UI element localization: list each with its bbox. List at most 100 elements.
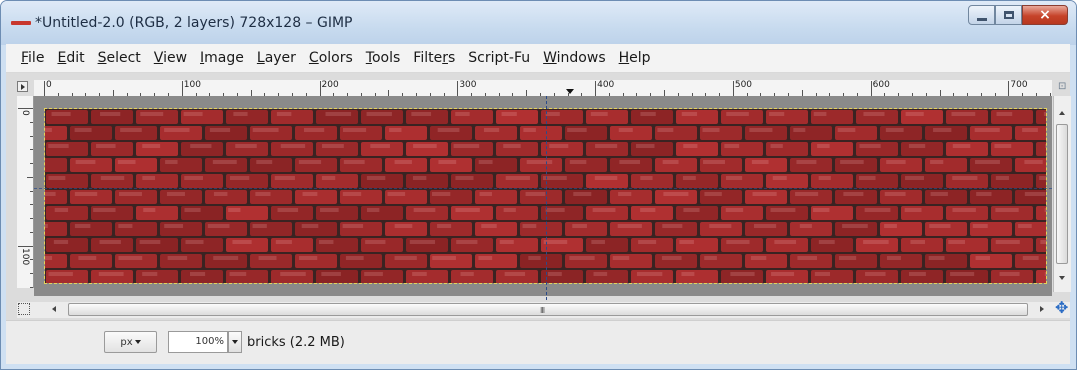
navigate-icon[interactable]: ✥ — [1055, 300, 1068, 316]
brick-highlight — [885, 128, 904, 132]
status-bar — [6, 320, 1070, 364]
ruler-pointer-icon — [566, 89, 574, 94]
brick-highlight — [212, 160, 237, 164]
brick-highlight — [523, 128, 536, 132]
brick-highlight — [683, 208, 700, 212]
menu-item-4[interactable]: Image — [199, 50, 245, 66]
menu-item-2[interactable]: Select — [97, 50, 142, 66]
brick-highlight — [843, 192, 864, 196]
brick-highlight — [320, 208, 339, 212]
brick-highlight — [120, 128, 142, 132]
close-button[interactable]: × — [1022, 5, 1068, 25]
brick-highlight — [207, 224, 230, 228]
brick-highlight — [752, 192, 777, 196]
minimize-button[interactable] — [968, 5, 995, 25]
window-controls: × — [968, 5, 1068, 27]
brick-highlight — [796, 160, 817, 164]
brick-highlight — [412, 176, 427, 180]
brick — [541, 270, 583, 283]
horizontal-ruler[interactable]: 0 100 200 300 400 500 600 700 — [34, 80, 1052, 97]
brick-highlight — [228, 208, 241, 212]
gimp-app-icon — [11, 21, 31, 25]
horizontal-guide[interactable] — [34, 188, 1052, 189]
brick-highlight — [681, 112, 698, 116]
brick-highlight — [995, 240, 1020, 244]
brick-highlight — [411, 112, 432, 116]
menu-bar: File Edit Select View Image Layer Colors Tools F… — [6, 44, 1070, 73]
ruler-label: 0 — [20, 110, 30, 116]
brick-highlight — [343, 128, 367, 132]
menu-toggle-icon[interactable] — [17, 81, 28, 92]
menu-item-0[interactable]: File — [20, 50, 45, 66]
menu-item-11[interactable]: Help — [618, 50, 652, 66]
brick-highlight — [751, 160, 769, 164]
unit-label: px — [120, 336, 133, 348]
brick-highlight — [543, 240, 568, 244]
brick-highlight — [343, 160, 365, 164]
brick-highlight — [478, 256, 493, 260]
scroll-up-icon[interactable] — [1059, 111, 1065, 115]
vertical-scrollbar[interactable] — [1053, 96, 1071, 292]
unit-selector[interactable]: px — [104, 331, 157, 353]
brick — [811, 174, 853, 188]
menu-item-5[interactable]: Layer — [256, 50, 297, 66]
brick-highlight — [78, 256, 97, 260]
zoom-dropdown-button[interactable] — [228, 331, 242, 353]
brick-highlight — [618, 192, 632, 196]
brick-highlight — [864, 208, 891, 212]
brick — [880, 254, 922, 268]
brick-highlight — [189, 272, 206, 276]
brick-highlight — [74, 224, 91, 228]
ruler-tick — [319, 81, 321, 96]
ruler-tick — [30, 121, 33, 123]
menu-item-6[interactable]: Colors — [308, 50, 354, 66]
brick-highlight — [594, 176, 618, 180]
brick-highlight — [725, 176, 743, 180]
quick-mask-icon[interactable] — [18, 303, 30, 315]
brick-highlight — [814, 272, 831, 276]
ruler-tick — [30, 163, 33, 164]
brick-highlight — [118, 256, 143, 260]
vertical-ruler[interactable]: 0 100 — [17, 96, 34, 288]
zoom-image-icon[interactable]: ⊡ — [1058, 81, 1066, 92]
brick-highlight — [503, 144, 521, 148]
brick-highlight — [884, 192, 906, 196]
ruler-tick — [30, 149, 33, 151]
scroll-down-icon[interactable] — [1059, 276, 1065, 280]
ruler-tick — [30, 190, 33, 192]
title-bar[interactable]: *Untitled-2.0 (RGB, 2 layers) 728x128 – … — [1, 1, 1076, 45]
menu-item-8[interactable]: Filters — [412, 50, 456, 66]
vertical-guide[interactable] — [546, 96, 547, 300]
brick-highlight — [886, 256, 901, 260]
menu-item-3[interactable]: View — [153, 50, 188, 66]
scroll-right-icon[interactable] — [1040, 306, 1044, 312]
brick-highlight — [387, 192, 406, 196]
zoom-input[interactable]: 100% — [168, 331, 228, 353]
brick — [136, 174, 178, 188]
brick-highlight — [1045, 144, 1046, 148]
close-icon: × — [1039, 7, 1051, 23]
brick-highlight — [952, 176, 978, 180]
menu-item-7[interactable]: Tools — [365, 50, 402, 66]
horizontal-scroll-thumb[interactable] — [68, 303, 1028, 316]
brick-highlight — [859, 144, 881, 148]
maximize-button[interactable] — [995, 5, 1022, 25]
brick-highlight — [93, 208, 116, 212]
brick-highlight — [797, 256, 818, 260]
menu-item-9[interactable]: Script-Fu — [467, 50, 531, 66]
brick-highlight — [54, 208, 69, 212]
vertical-scroll-thumb[interactable] — [1056, 124, 1068, 264]
scroll-left-icon[interactable] — [52, 306, 56, 312]
brick-highlight — [910, 240, 926, 244]
brick-highlight — [573, 192, 592, 196]
menu-item-10[interactable]: Windows — [542, 50, 607, 66]
window-title: *Untitled-2.0 (RGB, 2 layers) 728x128 – … — [35, 15, 353, 31]
brick-highlight — [663, 192, 689, 196]
brick-highlight — [640, 176, 653, 180]
brick-highlight — [772, 176, 787, 180]
brick-highlight — [164, 128, 190, 132]
menu-item-1[interactable]: Edit — [56, 50, 85, 66]
brick-highlight — [318, 240, 334, 244]
brick-highlight — [522, 224, 537, 228]
brick-highlight — [858, 176, 876, 180]
